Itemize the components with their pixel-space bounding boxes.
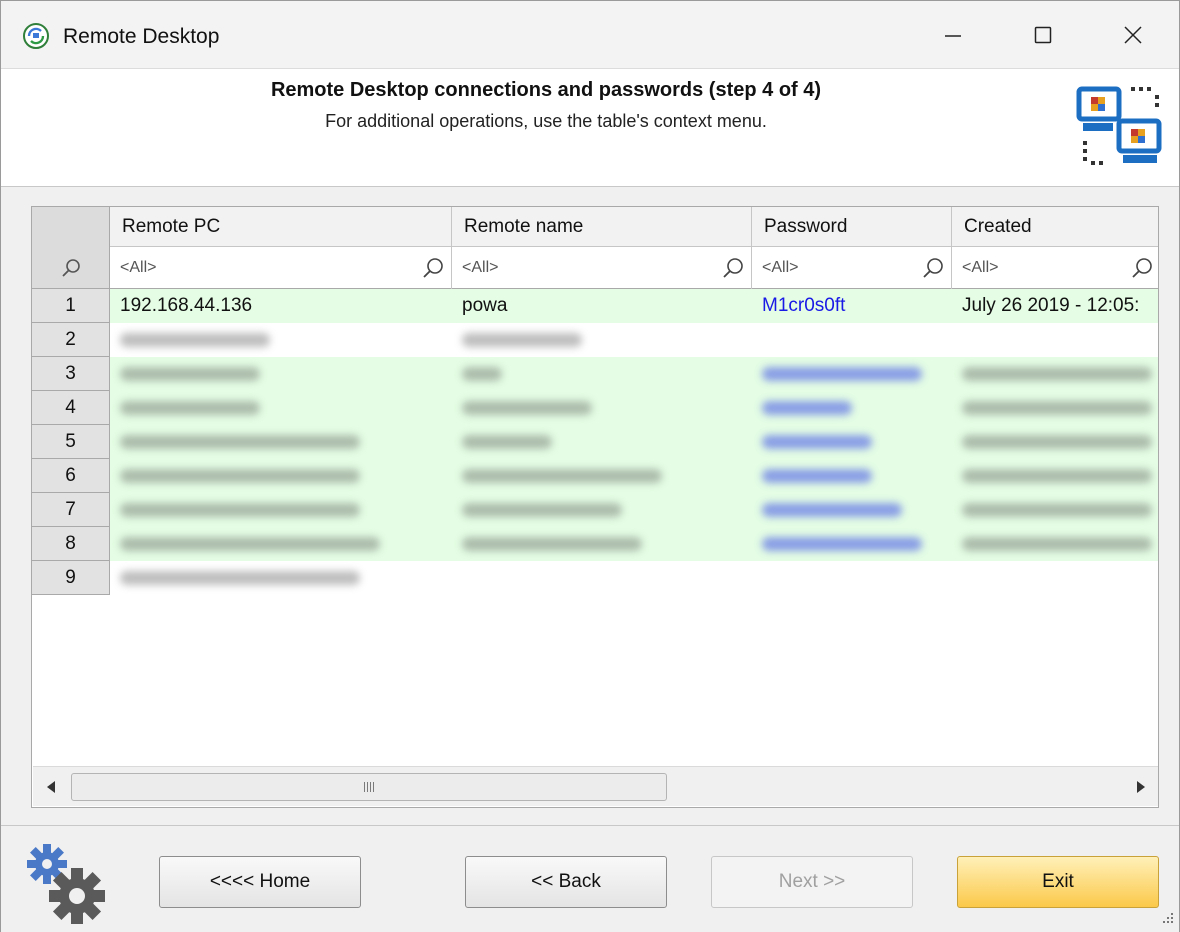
cell-remote-name-redacted (452, 527, 752, 561)
cell-created-redacted (952, 391, 1158, 425)
cell-remote-pc-redacted (110, 493, 452, 527)
cell-created-redacted (952, 527, 1158, 561)
filter-row-search-icon (32, 247, 110, 289)
window-title: Remote Desktop (63, 25, 220, 48)
row-number[interactable]: 8 (32, 527, 110, 561)
cell-remote-name: powa (462, 295, 508, 316)
row-number[interactable]: 3 (32, 357, 110, 391)
cell-remote-pc-redacted (110, 459, 452, 493)
cell-password-redacted (752, 493, 952, 527)
row-number[interactable]: 5 (32, 425, 110, 459)
search-icon (923, 258, 943, 278)
title-bar: Remote Desktop (1, 1, 1179, 69)
cell-password: M1cr0s0ft (762, 295, 846, 316)
column-header-created[interactable]: Created (952, 207, 1158, 247)
cell-password-redacted (752, 391, 952, 425)
filter-created-value: <All> (962, 259, 999, 276)
gears-icon (27, 844, 105, 924)
column-header-remote-pc[interactable]: Remote PC (110, 207, 452, 247)
cell-password-redacted (752, 357, 952, 391)
table-row[interactable]: 192.168.44.136 powa M1cr0s0ft July 26 20… (110, 289, 1158, 323)
filter-remote-pc-value: <All> (120, 259, 157, 276)
cell-remote-pc-redacted (110, 391, 452, 425)
table-row[interactable] (110, 561, 1158, 595)
column-header-password[interactable]: Password (752, 207, 952, 247)
cell-remote-name-redacted (452, 391, 752, 425)
row-number[interactable]: 1 (32, 289, 110, 323)
minimize-icon (945, 35, 961, 37)
exit-button[interactable]: Exit (957, 856, 1159, 908)
minimize-button[interactable] (925, 11, 981, 59)
cell-created-redacted (952, 357, 1158, 391)
scroll-left-button[interactable] (33, 767, 69, 807)
horizontal-scrollbar[interactable] (33, 766, 1158, 807)
filter-created[interactable]: <All> (952, 247, 1158, 289)
resize-grip-icon[interactable] (1157, 911, 1175, 929)
maximize-button[interactable] (1015, 11, 1071, 59)
cell-remote-pc-redacted (110, 527, 452, 561)
cell-created: July 26 2019 - 12:05: (962, 295, 1140, 316)
row-number[interactable]: 4 (32, 391, 110, 425)
close-button[interactable] (1105, 11, 1161, 59)
next-button[interactable]: Next >> (711, 856, 913, 908)
table-row[interactable] (110, 493, 1158, 527)
table-row[interactable] (110, 527, 1158, 561)
cell-created-redacted (952, 425, 1158, 459)
arrow-right-icon (1137, 781, 1145, 793)
wizard-footer: <<<< Home << Back Next >> Exit (1, 825, 1179, 932)
cell-created-redacted (952, 459, 1158, 493)
table-row[interactable] (110, 459, 1158, 493)
row-number[interactable]: 6 (32, 459, 110, 493)
cell-remote-pc-redacted (110, 561, 452, 595)
maximize-icon (1034, 26, 1052, 44)
filter-password-value: <All> (762, 259, 799, 276)
table-row[interactable] (110, 323, 1158, 357)
search-icon (423, 258, 443, 278)
filter-remote-name-value: <All> (462, 259, 499, 276)
content-area: Remote PC Remote name Password Created <… (1, 188, 1179, 824)
two-computers-network-icon (1076, 86, 1162, 165)
filter-password[interactable]: <All> (752, 247, 952, 289)
cell-created-redacted (952, 493, 1158, 527)
scroll-right-button[interactable] (1123, 767, 1158, 807)
remote-desktop-window: Remote Desktop Remote Desktop connection… (0, 0, 1180, 932)
grip-icon (364, 782, 374, 792)
search-icon (723, 258, 743, 278)
cell-remote-pc-redacted (110, 425, 452, 459)
row-number[interactable]: 9 (32, 561, 110, 595)
cell-remote-pc-redacted (110, 323, 452, 357)
wizard-header: Remote Desktop connections and passwords… (1, 69, 1179, 187)
filter-remote-name[interactable]: <All> (452, 247, 752, 289)
cell-password-redacted (752, 527, 952, 561)
header-subtitle: For additional operations, use the table… (325, 111, 767, 131)
close-icon (1124, 26, 1142, 44)
scroll-thumb[interactable] (71, 773, 667, 801)
cell-remote-name-redacted (452, 323, 752, 357)
cell-remote-pc-redacted (110, 357, 452, 391)
cell-remote-name-redacted (452, 357, 752, 391)
arrow-left-icon (47, 781, 55, 793)
back-button[interactable]: << Back (465, 856, 667, 908)
row-number[interactable]: 2 (32, 323, 110, 357)
table-row[interactable] (110, 391, 1158, 425)
column-header-remote-name[interactable]: Remote name (452, 207, 752, 247)
remote-desktop-app-icon (23, 23, 49, 49)
row-number[interactable]: 7 (32, 493, 110, 527)
cell-remote-name-redacted (452, 493, 752, 527)
filter-remote-pc[interactable]: <All> (110, 247, 452, 289)
cell-password-redacted (752, 459, 952, 493)
search-icon (1132, 258, 1152, 278)
header-title: Remote Desktop connections and passwords… (270, 79, 822, 101)
table-row[interactable] (110, 357, 1158, 391)
home-button[interactable]: <<<< Home (159, 856, 361, 908)
cell-remote-pc: 192.168.44.136 (120, 295, 253, 316)
connections-table[interactable]: Remote PC Remote name Password Created <… (31, 206, 1159, 808)
table-row[interactable] (110, 425, 1158, 459)
cell-remote-name-redacted (452, 459, 752, 493)
cell-remote-name-redacted (452, 425, 752, 459)
cell-password-redacted (752, 425, 952, 459)
